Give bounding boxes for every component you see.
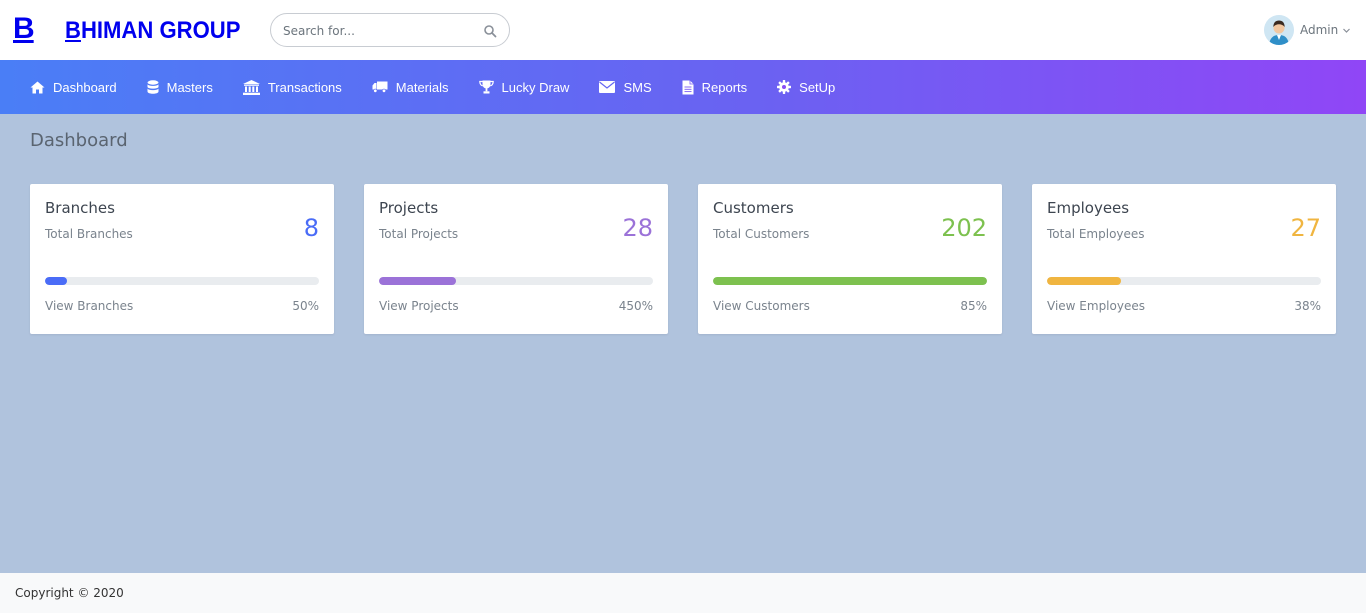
- nav-item-label: Masters: [166, 79, 213, 95]
- nav-item-label: Transactions: [267, 79, 342, 95]
- card-link[interactable]: View Projects: [379, 299, 459, 313]
- card-percent: 450%: [618, 299, 653, 313]
- search-input[interactable]: [283, 22, 473, 40]
- nav-item-masters[interactable]: Masters: [147, 60, 213, 114]
- progress-track: [1047, 277, 1321, 285]
- user-avatar-icon: [1264, 15, 1294, 45]
- progress-fill: [713, 277, 987, 285]
- card-title: Customers: [713, 199, 794, 217]
- gear-icon: [777, 80, 792, 94]
- card-title: Employees: [1047, 199, 1130, 217]
- nav-item-label: Dashboard: [53, 79, 117, 95]
- search-box: [270, 13, 510, 47]
- progress-fill: [1047, 277, 1121, 285]
- stat-card-projects: Projects Total Projects 28 View Projects…: [364, 184, 668, 334]
- nav-item-dashboard[interactable]: Dashboard: [30, 60, 117, 114]
- nav-item-label: Materials: [395, 79, 449, 95]
- nav-item-label: Reports: [701, 79, 748, 95]
- card-subtitle: Total Projects: [379, 227, 459, 241]
- nav-item-sms[interactable]: SMS: [599, 60, 652, 114]
- main-navigation: Dashboard Masters Transactions Materials: [0, 60, 1366, 114]
- nav-item-label: Lucky Draw: [501, 79, 570, 95]
- card-value: 202: [941, 214, 987, 242]
- card-link[interactable]: View Employees: [1047, 299, 1145, 313]
- nav-item-reports[interactable]: Reports: [682, 60, 748, 114]
- progress-track: [713, 277, 987, 285]
- progress-track: [45, 277, 319, 285]
- footer: Copyright © 2020: [0, 573, 1366, 613]
- copyright-text: Copyright © 2020: [15, 586, 124, 600]
- card-value: 27: [1290, 214, 1321, 242]
- card-value: 28: [622, 214, 653, 242]
- progress-fill: [45, 277, 67, 285]
- stat-card-branches: Branches Total Branches 8 View Branches …: [30, 184, 334, 334]
- nav-item-lucky-draw[interactable]: Lucky Draw: [478, 60, 570, 114]
- user-menu[interactable]: Admin: [1264, 14, 1351, 46]
- page-title: Dashboard: [30, 130, 128, 151]
- card-title: Branches: [45, 199, 115, 217]
- card-percent: 38%: [1294, 299, 1321, 313]
- avatar[interactable]: [1264, 15, 1294, 45]
- card-percent: 85%: [960, 299, 987, 313]
- brand-mark[interactable]: B: [13, 14, 35, 44]
- brand-name-rest: HIMAN GROUP: [80, 17, 241, 44]
- card-subtitle: Total Branches: [45, 227, 133, 241]
- user-name[interactable]: Admin: [1300, 23, 1338, 37]
- card-subtitle: Total Employees: [1047, 227, 1145, 241]
- database-icon: [147, 79, 159, 94]
- card-subtitle: Total Customers: [713, 227, 810, 241]
- progress-fill: [379, 277, 456, 285]
- brand-name[interactable]: BHIMAN GROUP: [65, 17, 240, 45]
- nav-item-transactions[interactable]: Transactions: [242, 60, 342, 114]
- nav-item-setup[interactable]: SetUp: [777, 60, 835, 114]
- card-title: Projects: [379, 199, 439, 217]
- envelope-icon: [599, 81, 616, 93]
- card-link[interactable]: View Customers: [713, 299, 810, 313]
- card-value: 8: [303, 214, 319, 242]
- nav-item-materials[interactable]: Materials: [372, 60, 449, 114]
- card-link[interactable]: View Branches: [45, 299, 133, 313]
- file-icon: [682, 80, 694, 94]
- bank-icon: [242, 79, 260, 95]
- trophy-icon: [478, 80, 494, 94]
- truck-icon: [372, 81, 388, 93]
- home-icon: [30, 81, 45, 93]
- stat-card-employees: Employees Total Employees 27 View Employ…: [1032, 184, 1336, 334]
- stat-card-customers: Customers Total Customers 202 View Custo…: [698, 184, 1002, 334]
- search-icon[interactable]: [483, 24, 497, 38]
- brand-name-first-letter: B: [65, 17, 81, 44]
- card-percent: 50%: [292, 299, 319, 313]
- chevron-down-icon[interactable]: [1342, 26, 1351, 35]
- progress-track: [379, 277, 653, 285]
- nav-item-label: SMS: [623, 79, 652, 95]
- nav-item-label: SetUp: [799, 79, 836, 95]
- top-header: B BHIMAN GROUP Admin: [0, 0, 1366, 60]
